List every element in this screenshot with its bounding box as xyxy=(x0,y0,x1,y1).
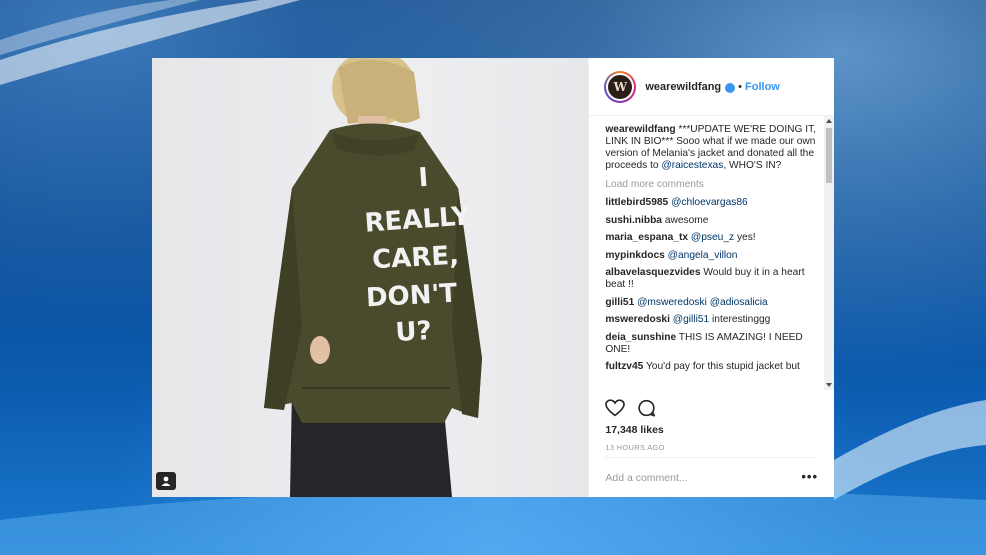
caption-text-end: , WHO'S IN? xyxy=(723,160,782,171)
comment-text: awesome xyxy=(664,214,709,226)
comment-username[interactable]: littlebird5985 xyxy=(605,197,668,208)
comment-icon[interactable] xyxy=(637,399,656,417)
comment-username[interactable]: maria_espana_tx xyxy=(605,232,688,243)
comment-username[interactable]: fultzv45 xyxy=(605,361,643,372)
jacket-model-image: I REALLY CARE, DON'T U? xyxy=(264,58,482,497)
comment-row: mypinkdocs @angela_villon xyxy=(605,250,818,262)
divider xyxy=(605,457,818,458)
comment-mention[interactable]: @pseu_z xyxy=(691,232,734,243)
comment-username[interactable]: albavelasquezvides xyxy=(605,267,700,278)
comment-row: fultzv45 You'd pay for this stupid jacke… xyxy=(605,361,818,373)
follow-button[interactable]: Follow xyxy=(745,81,780,93)
avatar[interactable]: W xyxy=(604,70,637,103)
comment-row: maria_espana_tx @pseu_z yes! xyxy=(605,232,818,244)
post-sidebar: W wearewildfang • Follow wearewildfang *… xyxy=(588,58,834,497)
comment-text: yes! xyxy=(736,232,756,243)
scroll-up-icon[interactable] xyxy=(826,119,832,123)
post-actions xyxy=(605,399,656,417)
scrollbar-thumb[interactable] xyxy=(826,128,832,183)
caption-mention[interactable]: @raicestexas xyxy=(661,160,723,171)
comment-text: You'd pay for this stupid jacket but xyxy=(645,361,800,372)
comment-text: interestinggg xyxy=(712,314,771,325)
header-separator: • xyxy=(738,80,743,93)
more-options-button[interactable]: ••• xyxy=(801,469,818,484)
user-tag-icon xyxy=(161,476,171,486)
jacket-line-5: U? xyxy=(395,316,433,348)
jacket-line-4: DON'T xyxy=(365,279,458,314)
post-photo: I REALLY CARE, DON'T U? xyxy=(152,58,589,497)
header-username[interactable]: wearewildfang xyxy=(645,81,721,93)
caption: wearewildfang ***UPDATE WE'RE DOING IT, … xyxy=(605,124,818,172)
comment-username[interactable]: msweredoski xyxy=(605,314,670,325)
comment-username[interactable]: mypinkdocs xyxy=(605,250,664,261)
likes-count[interactable]: 17,348 likes xyxy=(605,424,663,436)
comment-row: sushi.nibba awesome xyxy=(605,215,818,227)
load-more-comments-button[interactable]: Load more comments xyxy=(605,179,818,191)
comment-mention[interactable]: @msweredoski @adiosalicia xyxy=(637,297,768,308)
comment-row: msweredoski @gilli51 interestinggg xyxy=(605,314,818,326)
comment-mention[interactable]: @angela_villon xyxy=(668,250,738,261)
verified-badge-icon xyxy=(725,82,736,93)
comment-row: albavelasquezvides Would buy it in a hea… xyxy=(605,267,818,291)
jacket-line-3: CARE, xyxy=(371,241,459,276)
avatar-logo: W xyxy=(608,74,633,99)
scroll-down-icon[interactable] xyxy=(826,383,832,387)
comment-mention[interactable]: @gilli51 xyxy=(673,314,709,325)
caption-username[interactable]: wearewildfang xyxy=(605,124,675,135)
add-comment-input[interactable]: Add a comment... xyxy=(605,472,687,484)
comment-mention[interactable]: @chloevargas86 xyxy=(671,197,748,208)
comment-row: gilli51 @msweredoski @adiosalicia xyxy=(605,297,818,309)
tagged-users-button[interactable] xyxy=(156,472,176,490)
avatar-frame: W xyxy=(606,72,635,101)
comment-username[interactable]: deia_sunshine xyxy=(605,332,676,343)
comment-username[interactable]: gilli51 xyxy=(605,297,634,308)
comment-row: deia_sunshine THIS IS AMAZING! I NEED ON… xyxy=(605,332,818,356)
heart-icon[interactable] xyxy=(605,399,626,417)
comment-username[interactable]: sushi.nibba xyxy=(605,215,662,226)
comment-row: littlebird5985 @chloevargas86 xyxy=(605,197,818,209)
post-header: W wearewildfang • Follow xyxy=(589,58,834,116)
comments-scrollbar[interactable] xyxy=(824,116,834,390)
instagram-post: I REALLY CARE, DON'T U? W wearewildfang … xyxy=(152,58,834,497)
post-timestamp[interactable]: 13 HOURS AGO xyxy=(605,443,664,452)
